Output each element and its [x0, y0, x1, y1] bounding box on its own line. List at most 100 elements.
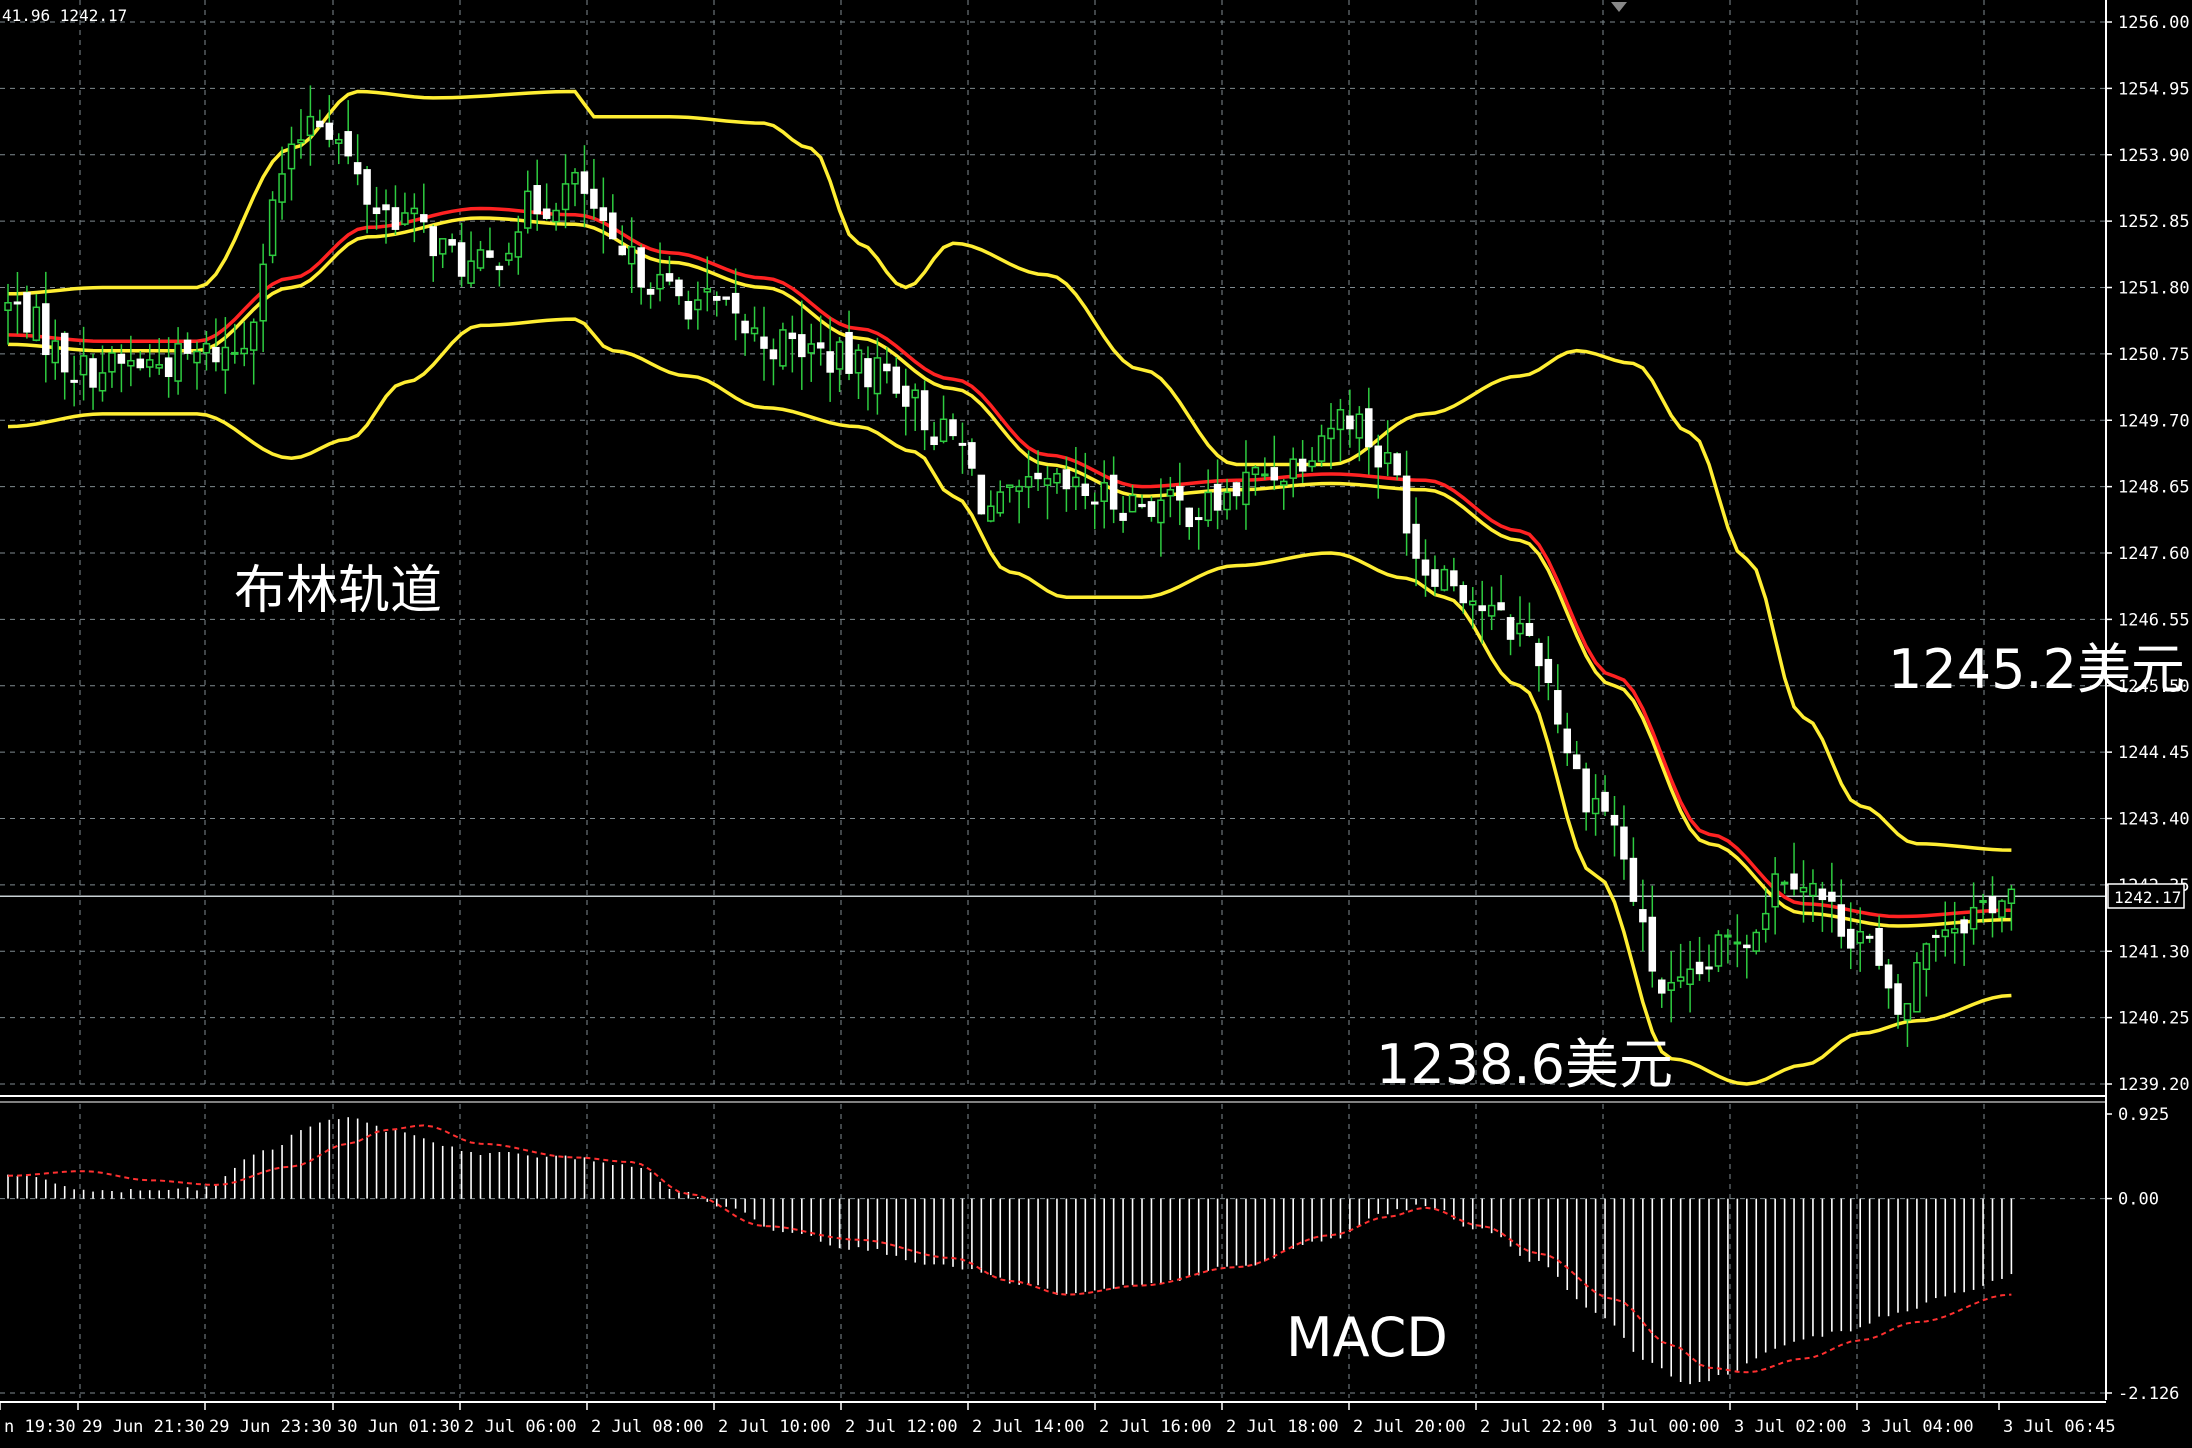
candle: [1837, 879, 1846, 949]
candle: [1223, 478, 1231, 520]
candle-body: [1005, 484, 1014, 488]
candle: [401, 192, 409, 226]
candle-body: [524, 190, 532, 229]
macd-tick-label: 0.925: [2118, 1105, 2169, 1125]
candle: [864, 346, 872, 411]
candle-body: [675, 279, 683, 297]
candle-body: [467, 260, 475, 284]
candle: [1752, 929, 1760, 955]
candle-body: [1582, 768, 1590, 813]
candle-body: [372, 207, 381, 215]
candle: [741, 313, 749, 356]
candle-body: [1204, 491, 1212, 522]
candle-body: [221, 346, 230, 371]
candle: [949, 413, 957, 440]
candle: [514, 215, 523, 275]
candle: [1506, 614, 1515, 656]
candle-body: [268, 199, 277, 257]
candle: [1327, 403, 1335, 469]
candle-body: [1743, 944, 1751, 949]
candle: [646, 282, 655, 309]
candle: [249, 318, 258, 385]
x-tick-label: 29 Jun 21:30: [82, 1417, 205, 1437]
x-tick-label: 3 Jul 00:00: [1607, 1417, 1720, 1437]
candle-body: [911, 389, 919, 399]
candle: [505, 242, 513, 266]
candle: [1591, 774, 1600, 836]
candle: [1960, 916, 1968, 966]
candle: [1365, 387, 1373, 475]
candle: [590, 158, 598, 220]
candle: [694, 281, 702, 330]
candle-body: [1450, 570, 1458, 587]
candle-body: [1903, 1002, 1912, 1021]
candle-body: [1383, 452, 1392, 465]
candle-body: [486, 250, 494, 258]
candle-body: [344, 131, 352, 157]
candle: [42, 271, 50, 383]
candle-body: [183, 339, 192, 354]
x-tick-label: 2 Jul 22:00: [1480, 1417, 1593, 1437]
candle: [1440, 565, 1449, 592]
candle-body: [1610, 814, 1619, 826]
candle-body: [561, 183, 570, 211]
candle-body: [1639, 909, 1647, 923]
candle-body: [883, 363, 891, 372]
candle: [325, 95, 334, 148]
candle: [1790, 842, 1798, 896]
y-tick-label: 1256.00: [2118, 13, 2190, 33]
candle: [344, 100, 352, 165]
candle: [1743, 934, 1751, 979]
candle-body: [212, 346, 220, 363]
candle: [13, 271, 22, 335]
candle: [1100, 460, 1108, 529]
candle: [835, 336, 844, 393]
candle: [911, 383, 919, 431]
candle: [675, 277, 683, 305]
candle-body: [1431, 569, 1439, 587]
candle: [174, 327, 182, 395]
candle-body: [1809, 882, 1817, 897]
candle-body: [1402, 475, 1411, 534]
candle-body: [60, 332, 69, 373]
candle: [438, 238, 447, 269]
candle-body: [335, 138, 343, 144]
candle: [1109, 456, 1118, 524]
candle: [524, 170, 532, 234]
candle: [854, 344, 863, 400]
candle-body: [618, 245, 626, 256]
candle: [1308, 447, 1316, 472]
candle: [353, 134, 362, 186]
x-tick-label: 2 Jul 18:00: [1226, 1417, 1339, 1437]
candle-body: [637, 247, 645, 288]
candle-body: [363, 169, 371, 205]
candle-body: [1960, 919, 1968, 934]
candle-body: [1988, 895, 1997, 914]
candle-body: [750, 327, 759, 335]
candle: [1072, 446, 1080, 511]
candle-body: [1497, 602, 1505, 611]
x-tick-label: 2 Jul 20:00: [1353, 1417, 1466, 1437]
price-chart[interactable]: 1256.00 1254.95 1253.90 1252.85 1251.80 1250.…: [0, 0, 2192, 1448]
candle-body: [79, 355, 88, 376]
candle-body: [1950, 928, 1959, 934]
candle-body: [13, 301, 22, 305]
candle-body: [297, 139, 305, 144]
candle: [1544, 636, 1553, 701]
shift-marker-icon[interactable]: [1611, 2, 1627, 12]
candle-body: [1062, 469, 1071, 490]
candle-body: [731, 292, 740, 314]
candle-body: [1884, 964, 1893, 989]
candle-body: [1932, 934, 1940, 938]
candle: [845, 310, 853, 381]
candle-body: [278, 173, 286, 203]
candle-body: [391, 207, 400, 230]
candle-body: [1620, 826, 1628, 860]
x-tick-label: 30 Jun 01:30: [337, 1417, 460, 1437]
candle: [287, 126, 296, 201]
candle: [609, 194, 617, 240]
candle-body: [769, 349, 778, 360]
candle-body: [798, 334, 806, 358]
candle-body: [1676, 976, 1685, 982]
macd-panel: [7, 1117, 2013, 1385]
